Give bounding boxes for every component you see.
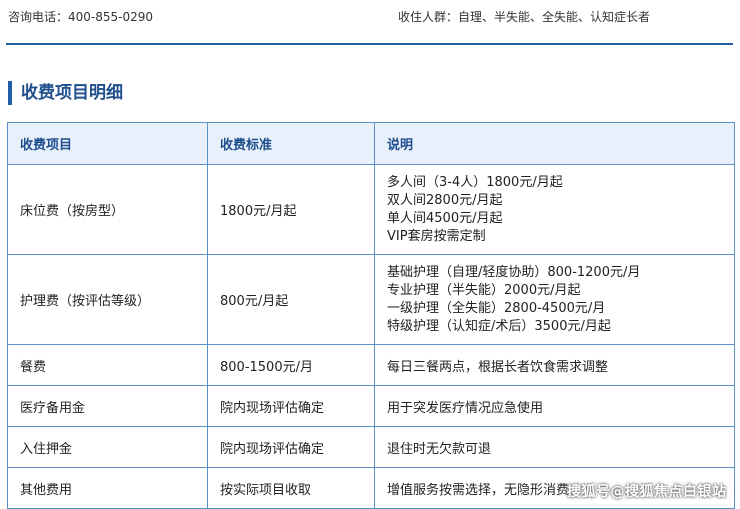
cell-notes: 多人间（3-4人）1800元/月起 双人间2800元/月起 单人间4500元/月… bbox=[374, 164, 735, 255]
section-title: 收费项目明细 bbox=[8, 81, 123, 105]
note-line: 双人间2800元/月起 bbox=[387, 192, 503, 208]
header-bar: 咨询电话：400-855-0290 收住人群：自理、半失能、全失能、认知症长者 bbox=[0, 0, 740, 44]
cell-standard: 1800元/月起 bbox=[207, 164, 375, 255]
watermark: 搜狐号@搜狐焦点白银站 bbox=[567, 484, 727, 500]
cell-standard: 800-1500元/月 bbox=[207, 344, 375, 386]
note-line: VIP套房按需定制 bbox=[387, 228, 486, 244]
header-divider bbox=[6, 43, 733, 45]
cell-standard: 院内现场评估确定 bbox=[207, 385, 375, 427]
cell-standard: 800元/月起 bbox=[207, 254, 375, 345]
cell-item: 医疗备用金 bbox=[7, 385, 208, 427]
target-audience: 收住人群：自理、半失能、全失能、认知症长者 bbox=[398, 10, 651, 24]
column-header-item: 收费项目 bbox=[7, 122, 208, 165]
cell-item: 床位费（按房型） bbox=[7, 164, 208, 255]
cell-standard: 院内现场评估确定 bbox=[207, 426, 375, 468]
cell-notes: 每日三餐两点，根据长者饮食需求调整 bbox=[374, 344, 735, 386]
note-line: 单人间4500元/月起 bbox=[387, 210, 503, 226]
table-header-row: 收费项目 收费标准 说明 bbox=[7, 122, 735, 165]
table-row: 餐费 800-1500元/月 每日三餐两点，根据长者饮食需求调整 bbox=[7, 344, 735, 386]
note-line: 特级护理（认知症/术后）3500元/月起 bbox=[387, 318, 611, 334]
fee-table: 收费项目 收费标准 说明 床位费（按房型） 1800元/月起 多人间（3-4人）… bbox=[7, 122, 735, 509]
column-header-notes: 说明 bbox=[374, 122, 735, 165]
table-row: 医疗备用金 院内现场评估确定 用于突发医疗情况应急使用 bbox=[7, 385, 735, 427]
consult-phone[interactable]: 咨询电话：400-855-0290 bbox=[8, 8, 153, 25]
table-row: 床位费（按房型） 1800元/月起 多人间（3-4人）1800元/月起 双人间2… bbox=[7, 164, 735, 255]
cell-notes: 退住时无欠款可退 bbox=[374, 426, 735, 468]
cell-notes: 基础护理（自理/轻度协助）800-1200元/月 专业护理（半失能）2000元/… bbox=[374, 254, 735, 345]
note-line: 基础护理（自理/轻度协助）800-1200元/月 bbox=[387, 264, 641, 280]
cell-item: 入住押金 bbox=[7, 426, 208, 468]
cell-item: 护理费（按评估等级） bbox=[7, 254, 208, 345]
cell-item: 餐费 bbox=[7, 344, 208, 386]
column-header-standard: 收费标准 bbox=[207, 122, 375, 165]
note-line: 专业护理（半失能）2000元/月起 bbox=[387, 282, 581, 298]
cell-notes: 用于突发医疗情况应急使用 bbox=[374, 385, 735, 427]
note-line: 多人间（3-4人）1800元/月起 bbox=[387, 174, 563, 190]
cell-standard: 按实际项目收取 bbox=[207, 467, 375, 509]
cell-item: 其他费用 bbox=[7, 467, 208, 509]
table-row: 入住押金 院内现场评估确定 退住时无欠款可退 bbox=[7, 426, 735, 468]
table-row: 护理费（按评估等级） 800元/月起 基础护理（自理/轻度协助）800-1200… bbox=[7, 254, 735, 345]
note-line: 一级护理（全失能）2800-4500元/月 bbox=[387, 300, 606, 316]
